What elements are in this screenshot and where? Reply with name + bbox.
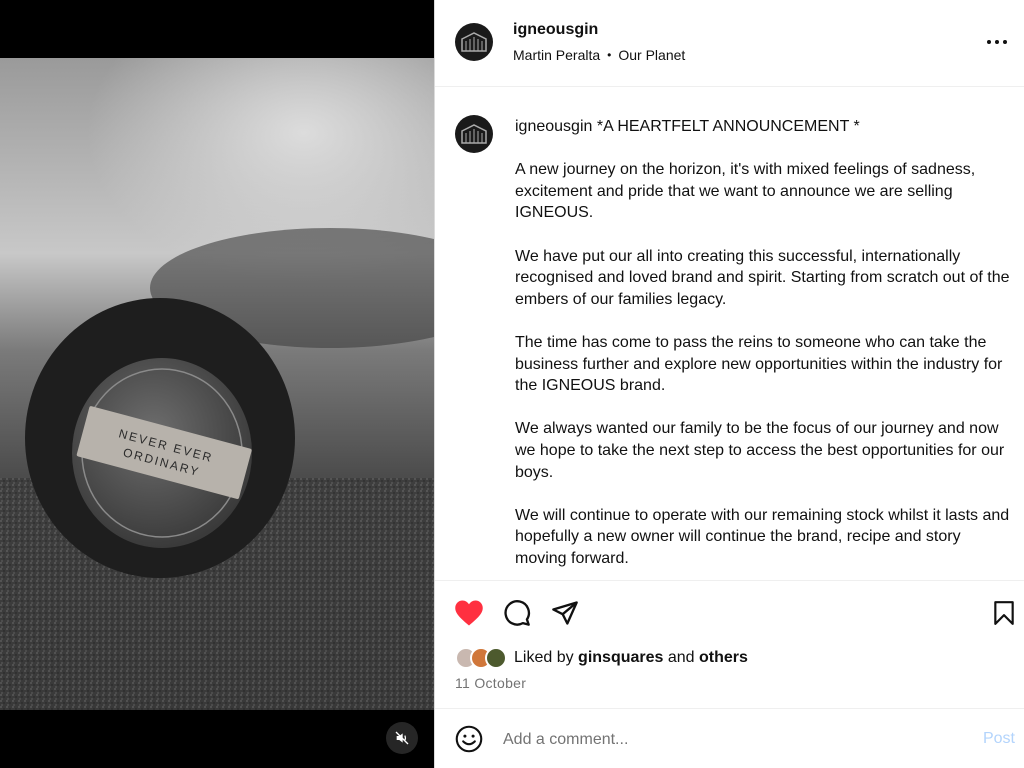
caption-paragraph: We always wanted our family to be the fo… <box>515 420 1005 481</box>
post-date[interactable]: 11 October <box>455 675 526 691</box>
brand-logo-icon <box>461 32 487 52</box>
emoji-button[interactable] <box>455 725 483 753</box>
caption-avatar[interactable] <box>455 115 493 153</box>
caption-username[interactable]: igneousgin <box>515 118 592 135</box>
more-horizontal-icon <box>987 40 1007 44</box>
liked-by-user[interactable]: ginsquares <box>578 649 663 666</box>
audio-artist[interactable]: Martin Peralta <box>513 47 600 63</box>
audio-info: Martin Peralta • Our Planet <box>513 47 685 63</box>
speaker-muted-icon <box>395 731 409 745</box>
liked-by-text: Liked by ginsquares and others <box>514 649 748 667</box>
header-username[interactable]: igneousgin <box>513 21 598 39</box>
caption-paragraph: We have put our all into creating this s… <box>515 247 1010 308</box>
liker-avatar[interactable] <box>485 647 507 669</box>
brand-logo-icon <box>461 124 487 144</box>
post-caption: igneousgin *A HEARTFELT ANNOUNCEMENT * A… <box>515 116 1015 580</box>
post-comment-button[interactable]: Post <box>983 730 1015 748</box>
bottle-photo: NEVER EVER ORDINARY <box>0 58 434 710</box>
caption-title: *A HEARTFELT ANNOUNCEMENT * <box>596 118 860 135</box>
video-frame[interactable]: NEVER EVER ORDINARY <box>0 58 434 710</box>
caption-area: igneousgin *A HEARTFELT ANNOUNCEMENT * A… <box>435 88 1024 580</box>
heart-filled-icon <box>455 600 483 626</box>
liked-middle: and <box>667 649 695 666</box>
bookmark-icon <box>994 601 1014 625</box>
liked-others[interactable]: others <box>699 649 748 666</box>
caption-paragraph: We will continue to operate with our rem… <box>515 506 1010 567</box>
save-button[interactable] <box>988 597 1020 629</box>
caption-paragraph: The time has come to pass the reins to s… <box>515 333 1003 395</box>
post-panel: igneousgin Martin Peralta • Our Planet i… <box>434 0 1024 768</box>
post-header: igneousgin Martin Peralta • Our Planet <box>435 0 1024 87</box>
audio-separator: • <box>607 48 612 62</box>
comment-button[interactable] <box>501 597 533 629</box>
comment-input[interactable] <box>503 729 943 751</box>
send-icon <box>552 601 578 625</box>
liked-prefix: Liked by <box>514 649 574 666</box>
mute-button[interactable] <box>386 722 418 754</box>
caption-title-line: igneousgin *A HEARTFELT ANNOUNCEMENT * <box>515 116 1015 138</box>
comment-icon <box>504 600 530 626</box>
audio-track[interactable]: Our Planet <box>618 47 685 63</box>
post-media[interactable]: NEVER EVER ORDINARY <box>0 0 434 768</box>
comment-bar: Post <box>435 708 1024 768</box>
post-actions: Liked by ginsquares and others 11 Octobe… <box>435 580 1024 708</box>
like-button[interactable] <box>453 597 485 629</box>
profile-avatar[interactable] <box>455 23 493 61</box>
caption-paragraph: A new journey on the horizon, it's with … <box>515 161 976 222</box>
more-options-button[interactable] <box>983 28 1011 56</box>
emoji-icon <box>455 725 483 753</box>
share-button[interactable] <box>549 597 581 629</box>
likes-summary: Liked by ginsquares and others <box>455 647 748 669</box>
